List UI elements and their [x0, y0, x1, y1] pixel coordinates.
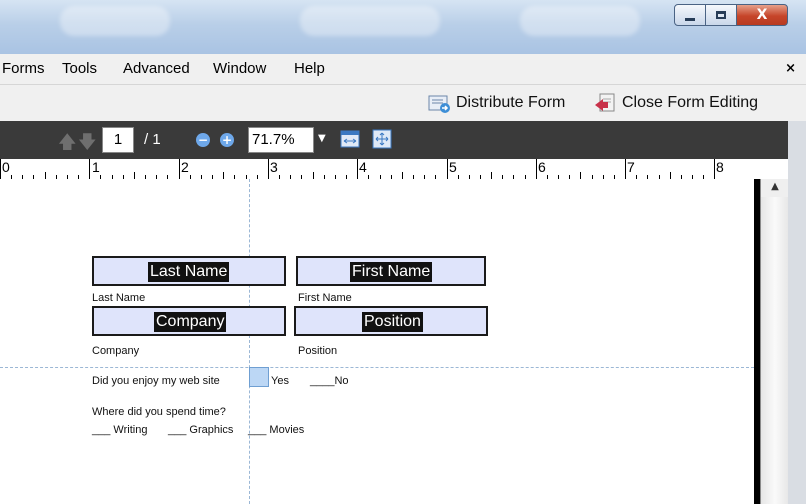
distribute-form-icon: [428, 93, 450, 113]
page-number-input[interactable]: 1: [102, 127, 134, 153]
ruler-tick: [491, 172, 492, 179]
yes-checkbox[interactable]: [249, 367, 269, 387]
last-name-field-label: Last Name: [148, 262, 230, 282]
ruler-tick: [268, 159, 269, 179]
ruler-label: 4: [359, 159, 367, 175]
document-page: [0, 179, 754, 504]
window-titlebar: X: [0, 0, 806, 54]
ruler-label: 6: [538, 159, 546, 175]
last-name-field[interactable]: Last Name: [92, 256, 286, 286]
spend-question: Where did you spend time?: [92, 406, 226, 418]
graphics-option[interactable]: ___ Graphics: [168, 424, 233, 436]
position-field[interactable]: Position: [294, 306, 488, 336]
fit-page-icon[interactable]: [372, 129, 392, 149]
scrollbar-thumb[interactable]: [761, 197, 789, 504]
menu-tools[interactable]: Tools: [62, 60, 97, 77]
ruler-tick: [179, 159, 180, 179]
ruler-label: 1: [92, 159, 100, 175]
scroll-up-icon[interactable]: ▲: [765, 181, 785, 195]
no-option[interactable]: ____No: [310, 375, 349, 387]
first-name-field[interactable]: First Name: [296, 256, 486, 286]
form-toolbar: Distribute Form Close Form Editing: [0, 85, 806, 122]
movies-option[interactable]: ___ Movies: [248, 424, 304, 436]
first-name-caption: First Name: [298, 292, 352, 304]
menu-window[interactable]: Window: [213, 60, 266, 77]
ruler-tick: [447, 159, 448, 179]
first-name-field-label: First Name: [350, 262, 433, 282]
menu-forms[interactable]: Forms: [2, 60, 45, 77]
zoom-level-input[interactable]: 71.7%: [248, 127, 314, 153]
company-field-label: Company: [154, 312, 227, 332]
menu-help[interactable]: Help: [294, 60, 325, 77]
yes-label: Yes: [271, 375, 289, 387]
ruler-tick: [536, 159, 537, 179]
close-form-editing-button[interactable]: Close Form Editing: [594, 91, 758, 115]
ruler-tick: [357, 159, 358, 179]
last-name-caption: Last Name: [92, 292, 146, 304]
distribute-form-label: Distribute Form: [456, 94, 566, 111]
navigation-toolbar: 🡅 🡇 1 / 1 − + 71.7% ▼: [0, 121, 788, 159]
zoom-in-icon[interactable]: +: [220, 133, 234, 147]
ruler-tick: [0, 159, 1, 179]
ruler-tick: [45, 172, 46, 179]
ruler-label: 0: [2, 159, 10, 175]
ruler-tick: [402, 172, 403, 179]
company-field[interactable]: Company: [92, 306, 286, 336]
ruler-tick: [580, 172, 581, 179]
next-page-icon[interactable]: 🡇: [78, 130, 97, 160]
position-field-label: Position: [362, 312, 423, 332]
maximize-icon: [716, 11, 726, 19]
zoom-dropdown-icon[interactable]: ▼: [318, 133, 326, 144]
ruler-label: 2: [181, 159, 189, 175]
window-controls: X: [674, 4, 788, 26]
vertical-scrollbar[interactable]: ▲: [760, 179, 789, 504]
ruler-label: 3: [270, 159, 278, 175]
zoom-out-icon[interactable]: −: [196, 133, 210, 147]
close-document-button[interactable]: ×: [785, 61, 796, 76]
close-icon: X: [756, 7, 768, 23]
horizontal-ruler: 0 1 2 3 4 5 6 7 8: [0, 159, 788, 180]
ruler-label: 8: [716, 159, 724, 175]
fit-width-icon[interactable]: [340, 129, 360, 149]
horizontal-guide: [0, 367, 754, 368]
maximize-button[interactable]: [705, 4, 737, 26]
close-form-editing-label: Close Form Editing: [622, 94, 759, 111]
enjoy-question: Did you enjoy my web site: [92, 375, 220, 387]
titlebar-glass-tab: [60, 6, 170, 36]
ruler-label: 7: [627, 159, 635, 175]
menu-bar: Forms Tools Advanced Window Help ×: [0, 54, 806, 85]
ruler-tick: [714, 159, 715, 179]
titlebar-glass-tab: [300, 6, 440, 36]
ruler-tick: [134, 172, 135, 179]
previous-page-icon[interactable]: 🡅: [58, 130, 77, 160]
position-caption: Position: [298, 345, 338, 357]
close-form-editing-icon: [594, 93, 616, 113]
window-right-edge: [788, 121, 806, 504]
ruler-tick: [625, 159, 626, 179]
titlebar-glass-tab: [520, 6, 640, 36]
ruler-tick: [89, 159, 90, 179]
close-button[interactable]: X: [736, 4, 788, 26]
ruler-tick: [223, 172, 224, 179]
minimize-icon: [685, 17, 695, 21]
ruler-tick: [670, 172, 671, 179]
distribute-form-button[interactable]: Distribute Form: [428, 91, 565, 115]
ruler-label: 5: [449, 159, 457, 175]
minimize-button[interactable]: [674, 4, 706, 26]
menu-advanced[interactable]: Advanced: [123, 60, 190, 77]
vertical-guide: [249, 179, 250, 504]
page-total: / 1: [144, 131, 161, 148]
ruler-tick: [313, 172, 314, 179]
writing-option[interactable]: ___ Writing: [92, 424, 147, 436]
company-caption: Company: [92, 345, 140, 357]
